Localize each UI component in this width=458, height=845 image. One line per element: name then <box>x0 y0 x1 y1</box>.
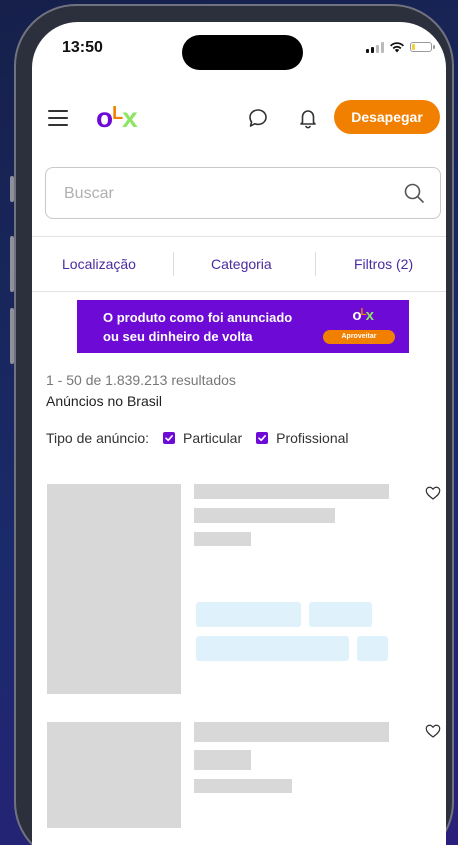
aproveitar-button[interactable]: Aproveitar <box>323 330 395 344</box>
particular-option[interactable]: Particular <box>163 430 242 446</box>
ad-image-placeholder <box>47 722 181 828</box>
ad-tag-placeholder <box>357 636 388 661</box>
filters-button[interactable]: Filtros (2) <box>354 256 413 272</box>
battery-level <box>412 44 415 50</box>
chat-bubble-icon[interactable] <box>246 106 270 130</box>
search-box[interactable] <box>45 167 441 219</box>
wifi-icon <box>390 42 404 53</box>
ad-tag-placeholder <box>196 602 301 627</box>
ad-card-skeleton[interactable] <box>32 722 446 832</box>
category-filter[interactable]: Categoria <box>211 256 272 272</box>
filter-bar: Localização Categoria Filtros (2) <box>32 236 446 292</box>
search-input[interactable] <box>62 182 366 206</box>
battery-icon <box>410 42 435 52</box>
search-icon[interactable] <box>402 181 426 205</box>
dynamic-island <box>182 35 303 70</box>
app-screen: 13:50 oLx Desapegar Buscar Localização C… <box>32 22 446 845</box>
ad-tag-placeholder <box>196 636 349 661</box>
ad-tag-placeholder <box>309 602 372 627</box>
location-filter[interactable]: Localização <box>62 256 136 272</box>
volume-up-button <box>10 236 14 292</box>
signal-icon <box>366 41 384 53</box>
olx-logo[interactable]: oLx <box>96 104 138 132</box>
profissional-label: Profissional <box>276 430 349 446</box>
ad-title-placeholder <box>194 508 335 523</box>
ad-image-placeholder <box>47 484 181 694</box>
bell-icon[interactable] <box>296 106 320 130</box>
ad-price-placeholder <box>194 779 292 793</box>
filter-divider <box>173 252 174 276</box>
ad-title-placeholder <box>194 484 389 499</box>
status-time: 13:50 <box>62 39 103 56</box>
ad-type-filter: Tipo de anúncio: Particular Profissional <box>46 430 349 446</box>
app-header: oLx Desapegar <box>32 98 446 144</box>
ad-type-label: Tipo de anúncio: <box>46 430 149 446</box>
profissional-option[interactable]: Profissional <box>256 430 349 446</box>
desapegar-button[interactable]: Desapegar <box>334 100 440 134</box>
profissional-checkbox[interactable] <box>256 432 269 444</box>
checkmark-icon <box>165 435 173 442</box>
heart-icon[interactable] <box>424 484 442 502</box>
banner-line-1: O produto como foi anunciado <box>103 310 293 325</box>
results-region: Anúncios no Brasil <box>46 393 162 409</box>
ad-card-skeleton[interactable] <box>32 484 446 696</box>
heart-icon[interactable] <box>424 722 442 740</box>
status-icons <box>366 41 435 53</box>
particular-label: Particular <box>183 430 243 446</box>
ad-price-placeholder <box>194 532 251 546</box>
hamburger-icon[interactable] <box>48 110 68 126</box>
silent-switch <box>10 176 14 202</box>
ad-title-placeholder <box>194 750 251 770</box>
banner-line-2: ou seu dinheiro de volta <box>103 329 253 344</box>
promo-banner[interactable]: O produto como foi anunciado ou seu dinh… <box>77 300 409 353</box>
volume-down-button <box>10 308 14 364</box>
ad-title-placeholder <box>194 722 389 742</box>
checkmark-icon <box>258 435 267 442</box>
particular-checkbox[interactable] <box>163 432 175 444</box>
filter-divider <box>315 252 316 276</box>
banner-text: O produto como foi anunciado ou seu dinh… <box>103 308 292 346</box>
status-bar: 13:50 <box>32 22 446 78</box>
banner-olx-logo: oLx <box>352 307 374 324</box>
results-count: 1 - 50 de 1.839.213 resultados <box>46 372 236 388</box>
